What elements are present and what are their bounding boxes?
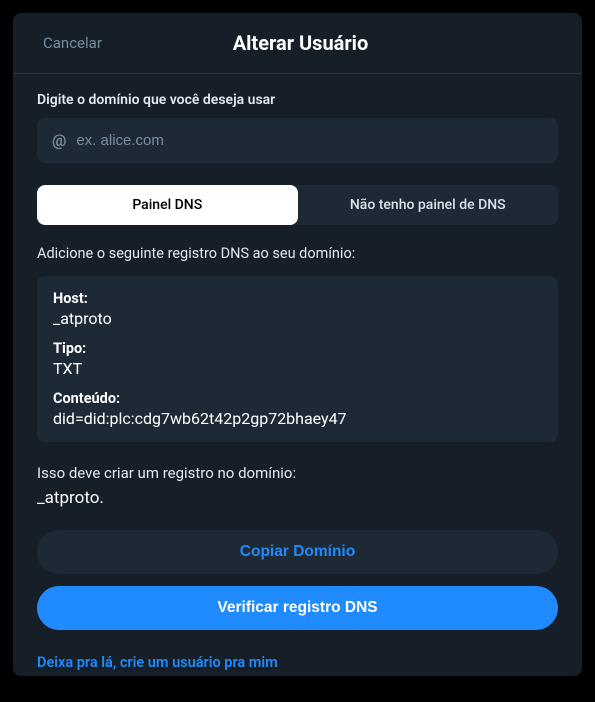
cancel-button[interactable]: Cancelar [43,34,102,52]
dns-host-value: _atproto [53,309,542,328]
dns-type-row: Tipo: TXT [53,340,542,378]
dialog-title: Alterar Usuário [43,31,558,55]
domain-label: Digite o domínio que você deseja usar [37,92,558,108]
dns-host-label: Host: [53,290,542,307]
verify-dns-button[interactable]: Verificar registro DNS [37,586,558,630]
tab-no-dns-panel[interactable]: Não tenho painel de DNS [298,185,559,225]
domain-input[interactable] [76,132,543,149]
tab-dns-panel[interactable]: Painel DNS [37,185,298,225]
dns-content-label: Conteúdo: [53,390,542,407]
dns-instruction: Adicione o seguinte registro DNS ao seu … [37,245,558,262]
dialog-body: Digite o domínio que você deseja usar @ … [13,74,582,689]
dialog-container: Cancelar Alterar Usuário Digite o domíni… [13,13,582,676]
at-icon: @ [52,131,66,150]
dns-type-value: TXT [53,359,542,378]
domain-input-wrapper[interactable]: @ [37,118,558,163]
tabs-container: Painel DNS Não tenho painel de DNS [37,185,558,225]
dns-content-value: did=did:plc:cdg7wb62t42p2gp72bhaey47 [53,409,542,428]
copy-domain-button[interactable]: Copiar Domínio [37,530,558,574]
create-handle-link[interactable]: Deixa pra lá, crie um usuário pra mim [37,654,278,671]
result-domain: _atproto. [37,488,558,508]
result-text: Isso deve criar um registro no domínio: [37,464,558,482]
dns-record-box: Host: _atproto Tipo: TXT Conteúdo: did=d… [37,276,558,442]
dns-content-row: Conteúdo: did=did:plc:cdg7wb62t42p2gp72b… [53,390,542,428]
dns-type-label: Tipo: [53,340,542,357]
dialog-header: Cancelar Alterar Usuário [13,13,582,74]
dns-host-row: Host: _atproto [53,290,542,328]
